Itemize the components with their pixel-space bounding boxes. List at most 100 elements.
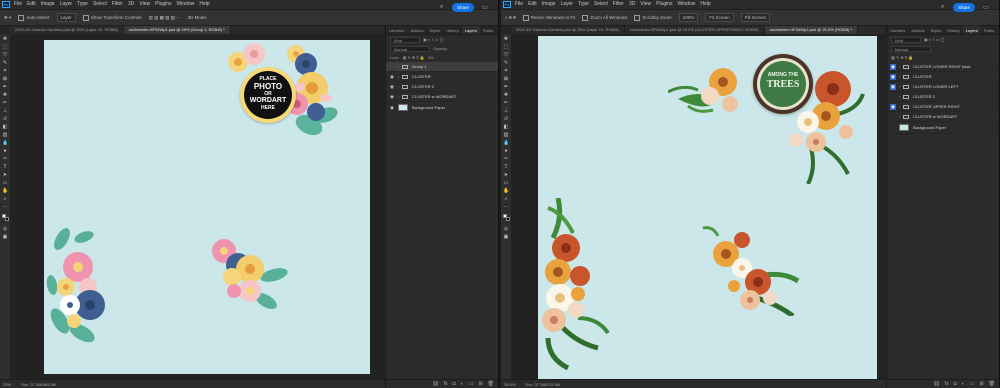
dodge-tool-icon[interactable]: ● bbox=[2, 148, 8, 154]
foreground-color-swatch[interactable] bbox=[2, 214, 9, 221]
lock-icons[interactable]: ▦ ✎ ✥ ⌗ 🔒 bbox=[891, 55, 913, 60]
auto-select-checkbox[interactable]: Auto-Select bbox=[18, 15, 49, 21]
tab-layers[interactable]: Layers bbox=[962, 26, 981, 34]
crop-tool-icon[interactable]: ⌗ bbox=[503, 68, 509, 74]
tab-actions[interactable]: Actions bbox=[908, 26, 927, 34]
zoom-level[interactable]: 25.9% bbox=[504, 382, 515, 387]
layer-row[interactable]: › CLUSTER w WORDART bbox=[887, 112, 999, 122]
menu-image[interactable]: Image bbox=[542, 0, 556, 9]
lasso-tool-icon[interactable]: ➰ bbox=[2, 52, 8, 58]
workspace-icon[interactable]: ▭ bbox=[983, 4, 989, 11]
tab-actions[interactable]: Actions bbox=[407, 26, 426, 34]
menu-3d[interactable]: 3D bbox=[629, 0, 635, 9]
document-canvas[interactable]: PLACE PHOTO OR WORDART HERE bbox=[44, 40, 370, 374]
resize-windows-checkbox[interactable]: Resize Windows to Fit bbox=[523, 15, 576, 21]
zoom-all-checkbox[interactable]: Zoom All Windows bbox=[582, 15, 627, 21]
stamp-tool-icon[interactable]: ⊥ bbox=[2, 108, 8, 114]
menu-window[interactable]: Window bbox=[678, 0, 696, 9]
zoom-level[interactable]: 25% bbox=[3, 382, 11, 387]
fx-icon[interactable]: fx bbox=[945, 381, 949, 387]
tab-styles[interactable]: Styles bbox=[927, 26, 944, 34]
pen-tool-icon[interactable]: ✑ bbox=[503, 156, 509, 162]
menu-filter[interactable]: Filter bbox=[112, 0, 123, 9]
gradient-tool-icon[interactable]: ▥ bbox=[503, 132, 509, 138]
menu-view[interactable]: View bbox=[640, 0, 651, 9]
layer-row[interactable]: Background Paper bbox=[887, 122, 999, 134]
filter-icons[interactable]: ▣ ◐ T ▭ ◫ bbox=[924, 37, 945, 42]
history-brush-tool-icon[interactable]: ↺ bbox=[503, 116, 509, 122]
menu-3d[interactable]: 3D bbox=[128, 0, 134, 9]
screen-mode-icon[interactable]: ▣ bbox=[503, 234, 509, 240]
move-tool-icon[interactable]: ✥ bbox=[2, 36, 8, 42]
tab-document-3[interactable]: cschneider-HP34Wp2.psd @ 25.9% (RGB/8) * bbox=[764, 26, 859, 34]
tab-history[interactable]: History bbox=[443, 26, 461, 34]
visibility-eye-icon[interactable]: ◉ bbox=[389, 94, 395, 100]
tab-paths[interactable]: Paths bbox=[480, 26, 496, 34]
fill-screen-button[interactable]: Fill Screen bbox=[740, 13, 770, 22]
share-button[interactable]: Share bbox=[452, 3, 475, 12]
quick-mask-icon[interactable]: ◎ bbox=[2, 226, 8, 232]
tab-document-1[interactable]: 2022-4D Garman Gardens.psd @ 25% (Layer … bbox=[511, 26, 625, 34]
frame-tool-icon[interactable]: ⊠ bbox=[2, 76, 8, 82]
tab-history[interactable]: History bbox=[944, 26, 962, 34]
search-icon[interactable]: ⌕ bbox=[941, 4, 944, 11]
path-select-tool-icon[interactable]: ➤ bbox=[2, 172, 8, 178]
hand-tool-icon[interactable]: ✋ bbox=[503, 188, 509, 194]
menu-file[interactable]: File bbox=[14, 0, 22, 9]
mask-icon[interactable]: ◘ bbox=[954, 381, 957, 387]
layer-row[interactable]: ◉ › CLUSTER LOWER RIGHT back bbox=[887, 62, 999, 72]
menu-plugins[interactable]: Plugins bbox=[155, 0, 171, 9]
layer-row[interactable]: ◉ › CLUSTER UPPER RIGHT bbox=[887, 102, 999, 112]
menu-window[interactable]: Window bbox=[177, 0, 195, 9]
visibility-eye-icon[interactable]: ◉ bbox=[389, 105, 395, 111]
zoom-100-button[interactable]: 100% bbox=[678, 13, 699, 22]
scrubby-zoom-checkbox[interactable]: Scrubby Zoom bbox=[634, 15, 671, 21]
menu-plugins[interactable]: Plugins bbox=[656, 0, 672, 9]
menu-select[interactable]: Select bbox=[594, 0, 608, 9]
brush-tool-icon[interactable]: ✏ bbox=[503, 100, 509, 106]
menu-image[interactable]: Image bbox=[41, 0, 55, 9]
tab-styles[interactable]: Styles bbox=[426, 26, 443, 34]
tab-paths[interactable]: Paths bbox=[981, 26, 997, 34]
quick-select-tool-icon[interactable]: ✎ bbox=[503, 60, 509, 66]
share-button[interactable]: Share bbox=[953, 3, 976, 12]
eyedropper-tool-icon[interactable]: ✒ bbox=[503, 84, 509, 90]
type-tool-icon[interactable]: T bbox=[2, 164, 8, 170]
eraser-tool-icon[interactable]: ◧ bbox=[503, 124, 509, 130]
menu-type[interactable]: Type bbox=[77, 0, 88, 9]
new-layer-icon[interactable]: ⊞ bbox=[979, 381, 983, 387]
visibility-eye-icon[interactable]: ◉ bbox=[890, 63, 896, 70]
healing-tool-icon[interactable]: ✚ bbox=[503, 92, 509, 98]
marquee-tool-icon[interactable]: ⬚ bbox=[503, 44, 509, 50]
layer-row[interactable]: › Group 1 bbox=[386, 62, 498, 72]
blend-mode-dropdown[interactable]: Normal bbox=[390, 45, 430, 52]
brush-tool-icon[interactable]: ✏ bbox=[2, 100, 8, 106]
visibility-eye-icon[interactable]: ◉ bbox=[389, 84, 395, 90]
adjustment-icon[interactable]: ◐ bbox=[962, 381, 965, 387]
layer-row[interactable]: ◉ Background Paper bbox=[386, 102, 498, 114]
eraser-tool-icon[interactable]: ◧ bbox=[2, 124, 8, 130]
visibility-eye-icon[interactable]: ◉ bbox=[890, 83, 896, 90]
layer-row[interactable]: › CLUSTER 2 bbox=[887, 92, 999, 102]
zoom-tool-icon[interactable]: ⌕ bbox=[503, 196, 509, 202]
workspace-icon[interactable]: ▭ bbox=[482, 4, 488, 11]
new-group-icon[interactable]: ▭ bbox=[469, 381, 474, 387]
link-layers-icon[interactable]: ⛓ bbox=[933, 381, 939, 387]
frame-tool-icon[interactable]: ⊠ bbox=[503, 76, 509, 82]
visibility-eye-icon[interactable]: ◉ bbox=[890, 73, 896, 80]
kind-filter[interactable]: Kind bbox=[390, 36, 420, 43]
menu-edit[interactable]: Edit bbox=[528, 0, 537, 9]
adjustment-icon[interactable]: ◐ bbox=[461, 381, 464, 387]
stamp-tool-icon[interactable]: ⊥ bbox=[503, 108, 509, 114]
lock-icons[interactable]: ▦ ✎ ✥ ⌗ 🔒 bbox=[403, 55, 425, 60]
trash-icon[interactable]: 🗑 bbox=[488, 381, 494, 387]
layer-row[interactable]: ◉ › CLUSTER bbox=[386, 72, 498, 82]
gradient-tool-icon[interactable]: ▥ bbox=[2, 132, 8, 138]
layer-row[interactable]: ◉ › CLUSTER bbox=[887, 72, 999, 82]
tab-document-2[interactable]: cschneider-HP34Wp1.psd @ 25% (Group 1, R… bbox=[123, 26, 231, 34]
tab-libraries[interactable]: Libraries bbox=[386, 26, 407, 34]
screen-mode-icon[interactable]: ▣ bbox=[2, 234, 8, 240]
menu-help[interactable]: Help bbox=[199, 0, 209, 9]
blur-tool-icon[interactable]: 💧 bbox=[503, 140, 509, 146]
zoom-tool-icon[interactable]: ⌕ bbox=[2, 196, 8, 202]
